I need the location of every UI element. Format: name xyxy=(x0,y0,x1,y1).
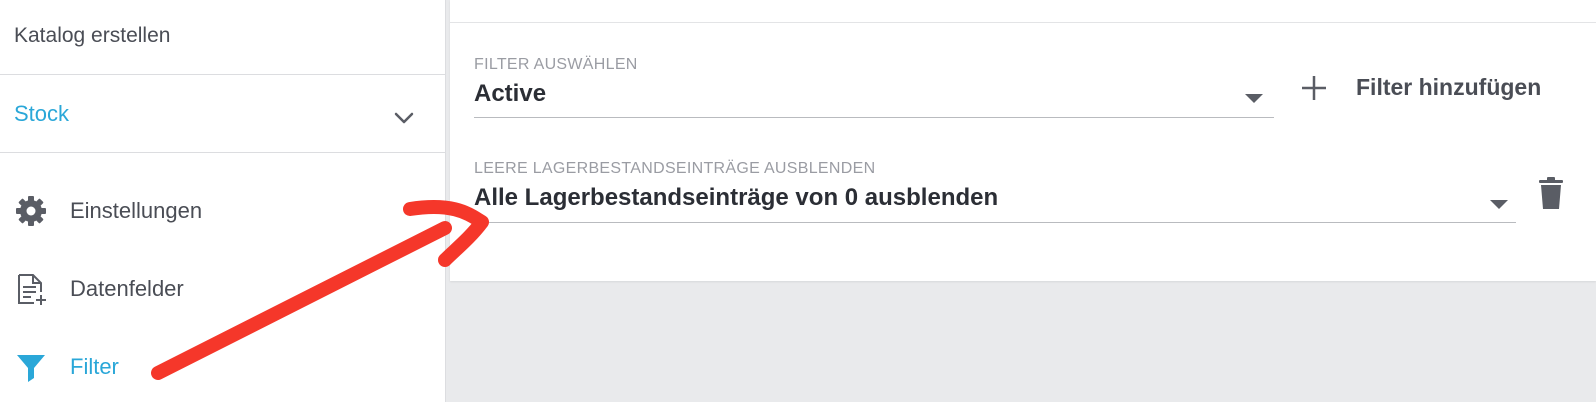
divider xyxy=(0,74,446,75)
add-filter-label: Filter hinzufügen xyxy=(1356,74,1542,100)
field-underline xyxy=(474,222,1516,223)
caret-down-icon xyxy=(1245,94,1263,103)
trash-icon[interactable] xyxy=(1538,176,1564,210)
chevron-down-icon xyxy=(394,112,414,124)
divider xyxy=(450,22,1596,23)
sidebar: Katalog erstellen Stock Einstellungen Da… xyxy=(0,0,446,402)
plus-icon xyxy=(1302,76,1326,100)
sidebar-item-einstellungen[interactable]: Einstellungen xyxy=(0,180,446,240)
divider xyxy=(0,152,446,153)
gear-icon xyxy=(16,196,46,226)
sidebar-item-label: Filter xyxy=(70,354,119,379)
sidebar-title: Katalog erstellen xyxy=(14,24,171,47)
hide-empty-stock-label: LEERE LAGERBESTANDSEINTRÄGE AUSBLENDEN xyxy=(474,160,876,177)
document-add-icon xyxy=(18,274,46,305)
filter-select-value: Active xyxy=(474,80,547,107)
catalog-select[interactable]: Stock xyxy=(0,76,446,154)
funnel-icon xyxy=(17,355,45,382)
add-filter-button[interactable]: Filter hinzufügen xyxy=(1300,70,1590,110)
filter-card xyxy=(450,0,1596,281)
field-underline xyxy=(474,117,1274,118)
sidebar-item-filter[interactable]: Filter xyxy=(0,336,446,396)
sidebar-item-datenfelder[interactable]: Datenfelder xyxy=(0,258,446,318)
sidebar-item-label: Einstellungen xyxy=(70,198,203,223)
sidebar-item-label: Datenfelder xyxy=(70,276,184,301)
caret-down-icon xyxy=(1490,200,1508,209)
hide-empty-stock-value: Alle Lagerbestandseinträge von 0 ausblen… xyxy=(474,184,999,211)
filter-select-label: FILTER AUSWÄHLEN xyxy=(474,56,638,73)
catalog-select-value: Stock xyxy=(14,101,70,126)
